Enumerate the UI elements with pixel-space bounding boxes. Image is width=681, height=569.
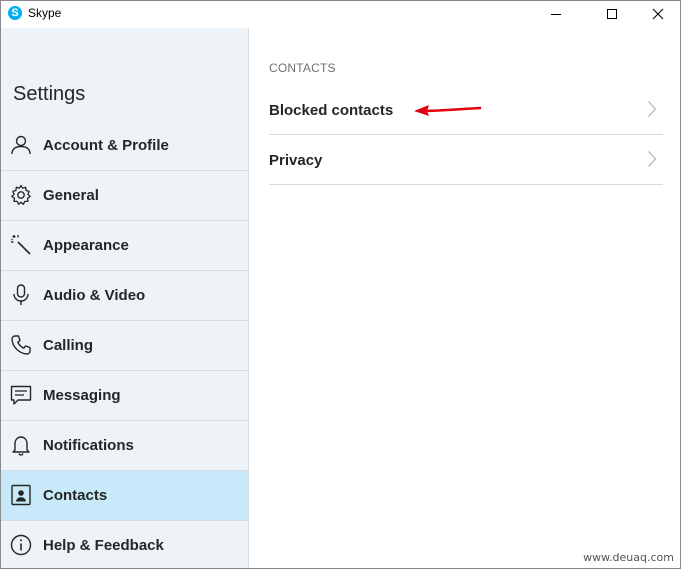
row-label: Blocked contacts: [269, 102, 394, 119]
contact-card-icon: [11, 484, 31, 506]
sidebar-item-contacts[interactable]: Contacts: [1, 471, 248, 521]
microphone-icon: [13, 284, 29, 305]
skype-window: S Skype Settings Account & Profile Gener…: [0, 0, 681, 569]
sidebar-item-general[interactable]: General: [1, 171, 248, 221]
bell-icon: [12, 436, 30, 456]
window-title: Skype: [28, 6, 62, 20]
sidebar-item-label: Notifications: [43, 437, 134, 454]
sidebar-item-label: Help & Feedback: [43, 537, 164, 554]
skype-logo-icon: S: [8, 6, 22, 20]
watermark: www.deuaq.com: [583, 551, 674, 564]
settings-title: Settings: [13, 83, 86, 105]
maximize-button[interactable]: [589, 1, 635, 27]
sidebar-item-label: Appearance: [43, 237, 129, 254]
contacts-settings-list: Blocked contacts Privacy: [269, 85, 663, 185]
minimize-icon: [551, 14, 561, 15]
row-label: Privacy: [269, 152, 323, 169]
phone-icon: [11, 335, 31, 355]
sidebar-item-label: Audio & Video: [43, 287, 146, 304]
close-icon: [652, 8, 664, 20]
sidebar-item-label: Account & Profile: [43, 137, 169, 154]
maximize-icon: [607, 9, 617, 19]
red-arrow-annotation-icon: [414, 105, 482, 116]
chevron-right-icon: [648, 151, 657, 167]
sidebar-item-label: Messaging: [43, 387, 121, 404]
sidebar-item-calling[interactable]: Calling: [1, 321, 248, 371]
sidebar-item-label: General: [43, 187, 99, 204]
minimize-button[interactable]: [533, 1, 579, 27]
section-header: CONTACTS: [269, 61, 336, 75]
sidebar-item-label: Calling: [43, 337, 94, 354]
title-bar: S Skype: [1, 1, 680, 27]
chevron-right-icon: [648, 101, 657, 117]
person-icon: [11, 135, 31, 155]
sidebar-item-appearance[interactable]: Appearance: [1, 221, 248, 271]
privacy-row[interactable]: Privacy: [269, 135, 663, 185]
settings-nav: Account & Profile General Appearance Aud…: [1, 121, 248, 568]
message-icon: [10, 385, 32, 405]
sidebar-item-notifications[interactable]: Notifications: [1, 421, 248, 471]
close-button[interactable]: [635, 1, 680, 27]
sidebar-item-help-feedback[interactable]: Help & Feedback: [1, 521, 248, 568]
settings-sidebar: Settings Account & Profile General Appea…: [1, 28, 249, 568]
contacts-settings-panel: CONTACTS Blocked contacts Privacy: [249, 28, 680, 568]
gear-icon: [11, 184, 31, 205]
sidebar-item-label: Contacts: [43, 487, 108, 504]
info-icon: [10, 534, 32, 556]
sidebar-item-audio-video[interactable]: Audio & Video: [1, 271, 248, 321]
sidebar-item-account-profile[interactable]: Account & Profile: [1, 121, 248, 171]
sidebar-item-messaging[interactable]: Messaging: [1, 371, 248, 421]
blocked-contacts-row[interactable]: Blocked contacts: [269, 85, 663, 135]
magic-wand-icon: [11, 235, 31, 255]
